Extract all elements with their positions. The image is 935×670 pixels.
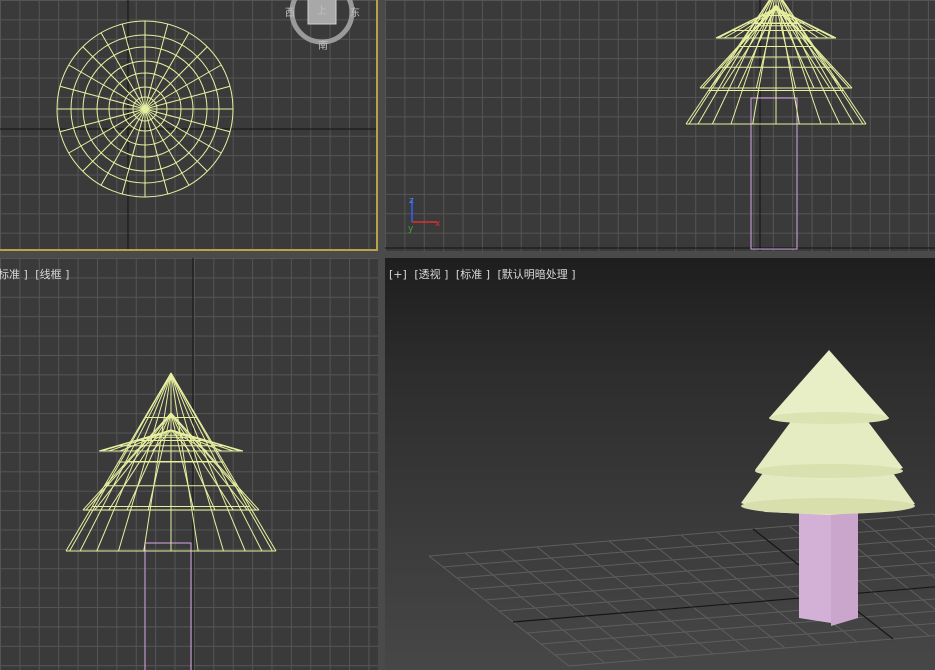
perspective-viewport[interactable]: [+] [透视 ] [标准 ] [默认明暗处理 ] <box>385 258 935 670</box>
ground-grid-line <box>644 537 786 649</box>
label-shading-standard[interactable]: 标准 ] <box>0 268 28 281</box>
ground-axis <box>512 586 935 623</box>
viewcube[interactable]: 上 西 东 南 <box>285 0 360 52</box>
trunk-front-face <box>799 513 831 623</box>
wire-spoke <box>59 108 146 133</box>
ground-grid-line <box>608 540 750 652</box>
top-viewport[interactable]: 上 西 东 南 <box>0 0 378 251</box>
tree-wireframe-front[interactable] <box>685 0 867 250</box>
ground-grid-line <box>442 525 935 568</box>
viewcube-east-label[interactable]: 东 <box>350 6 360 19</box>
axis-gizmo: z y x <box>408 196 441 234</box>
ground-grid-line <box>554 622 935 656</box>
tree-wireframe-left[interactable] <box>65 372 277 670</box>
perspective-viewport-label[interactable]: [+] [透视 ] [标准 ] [默认明暗处理 ] <box>389 266 580 282</box>
top-viewport-canvas: 上 西 东 南 <box>0 0 376 249</box>
wire-spoke <box>144 108 169 195</box>
trunk-side-face <box>831 510 858 626</box>
wire-trunk <box>750 97 798 250</box>
wire-trunk <box>144 542 192 670</box>
ground-grid-line <box>860 519 935 579</box>
ground-grid-line <box>428 555 570 667</box>
ground-grid-line <box>568 634 935 667</box>
viewport-separator-vertical[interactable] <box>378 0 385 670</box>
label-wireframe[interactable]: [线框 ] <box>35 268 69 281</box>
ground-grid-line <box>572 543 714 655</box>
tree-wireframe-top[interactable] <box>56 20 234 198</box>
ground-grid-line <box>500 549 642 661</box>
wire-spoke <box>144 23 169 110</box>
wire-spoke <box>144 108 231 133</box>
wire-spoke <box>144 85 231 110</box>
tree-shaded[interactable] <box>741 350 915 626</box>
viewcube-face-label: 上 <box>317 5 327 17</box>
label-perspective[interactable]: [透视 ] <box>414 268 448 281</box>
label-plus-menu[interactable]: [+] <box>389 268 407 281</box>
left-viewport[interactable]: 标准 ] [线框 ] <box>0 258 378 670</box>
axis-z-label: z <box>409 196 414 206</box>
viewcube-west-label[interactable]: 西 <box>285 8 295 19</box>
perspective-viewport-canvas <box>428 350 935 667</box>
front-viewport[interactable]: z y x <box>385 0 935 251</box>
ground-grid-line <box>540 610 935 645</box>
left-viewport-canvas <box>65 258 277 670</box>
viewport-separator-horizontal[interactable] <box>0 251 935 258</box>
ground-grid-line <box>536 546 678 658</box>
left-viewport-label[interactable]: 标准 ] [线框 ] <box>0 266 73 282</box>
front-viewport-canvas: z y x <box>385 0 935 251</box>
label-default-shading[interactable]: [默认明暗处理 ] <box>498 268 576 281</box>
label-shading-standard[interactable]: [标准 ] <box>456 268 490 281</box>
wire-spoke <box>121 108 146 195</box>
wire-spoke <box>59 85 146 110</box>
wire-spoke <box>121 23 146 110</box>
axis-y-label: y <box>408 224 414 234</box>
ground-grid-line <box>512 586 935 623</box>
axis-x-label: x <box>435 219 441 229</box>
perspective-ground-grid <box>428 513 935 667</box>
ground-grid-line <box>464 552 606 664</box>
ground-grid-line <box>896 516 935 548</box>
viewcube-south-label[interactable]: 南 <box>318 39 328 52</box>
ground-grid-line <box>526 598 935 634</box>
